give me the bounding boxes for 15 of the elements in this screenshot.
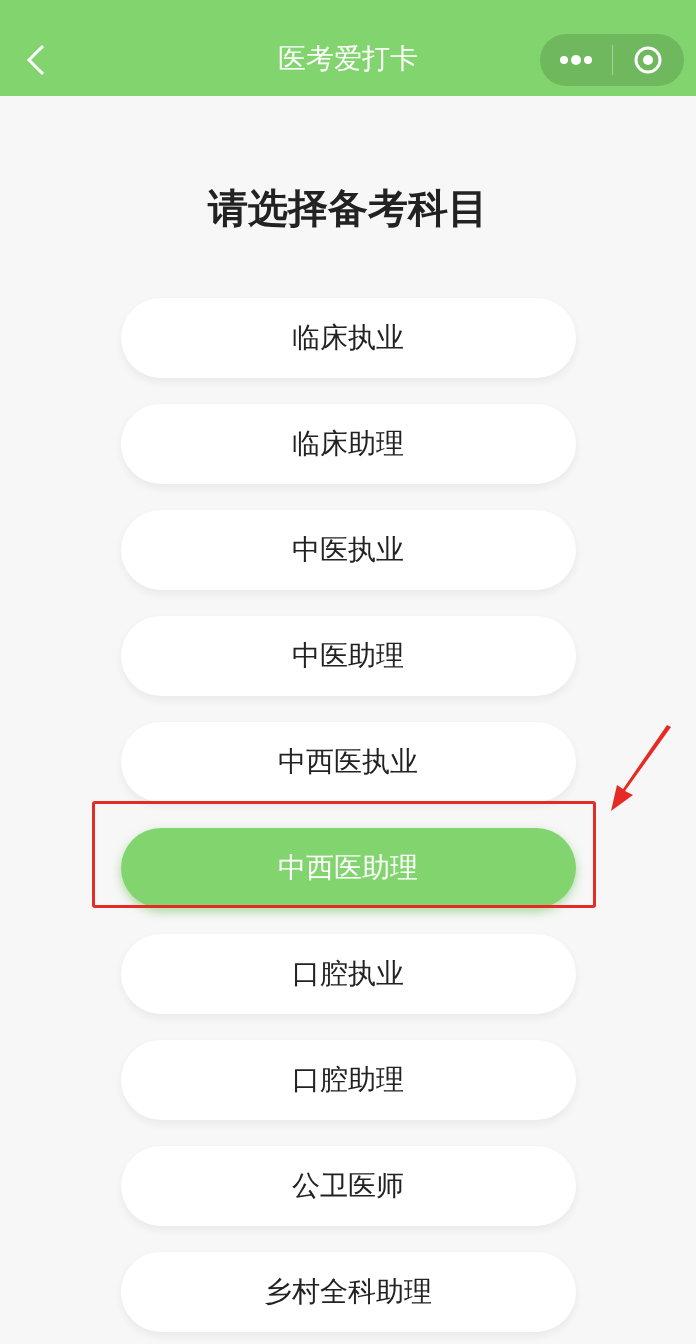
more-icon[interactable] — [558, 54, 593, 66]
page-heading: 请选择备考科目 — [206, 184, 489, 233]
close-icon[interactable] — [633, 45, 664, 75]
arrow-icon — [608, 725, 673, 813]
subject-option[interactable]: 乡村全科助理 — [120, 1252, 576, 1332]
subject-option[interactable]: 中西医执业 — [120, 722, 576, 802]
subject-option[interactable]: 临床助理 — [120, 404, 576, 484]
subject-option[interactable]: 中医执业 — [120, 510, 576, 590]
subject-option[interactable]: 公卫医师 — [120, 1146, 576, 1226]
subject-option[interactable]: 临床执业 — [120, 298, 576, 378]
subject-option[interactable]: 中医助理 — [120, 616, 576, 696]
back-icon[interactable] — [26, 44, 46, 76]
subject-option[interactable]: 口腔执业 — [120, 934, 576, 1014]
window-title: 医考爱打卡 — [278, 41, 418, 77]
subject-option[interactable]: 口腔助理 — [120, 1040, 576, 1120]
